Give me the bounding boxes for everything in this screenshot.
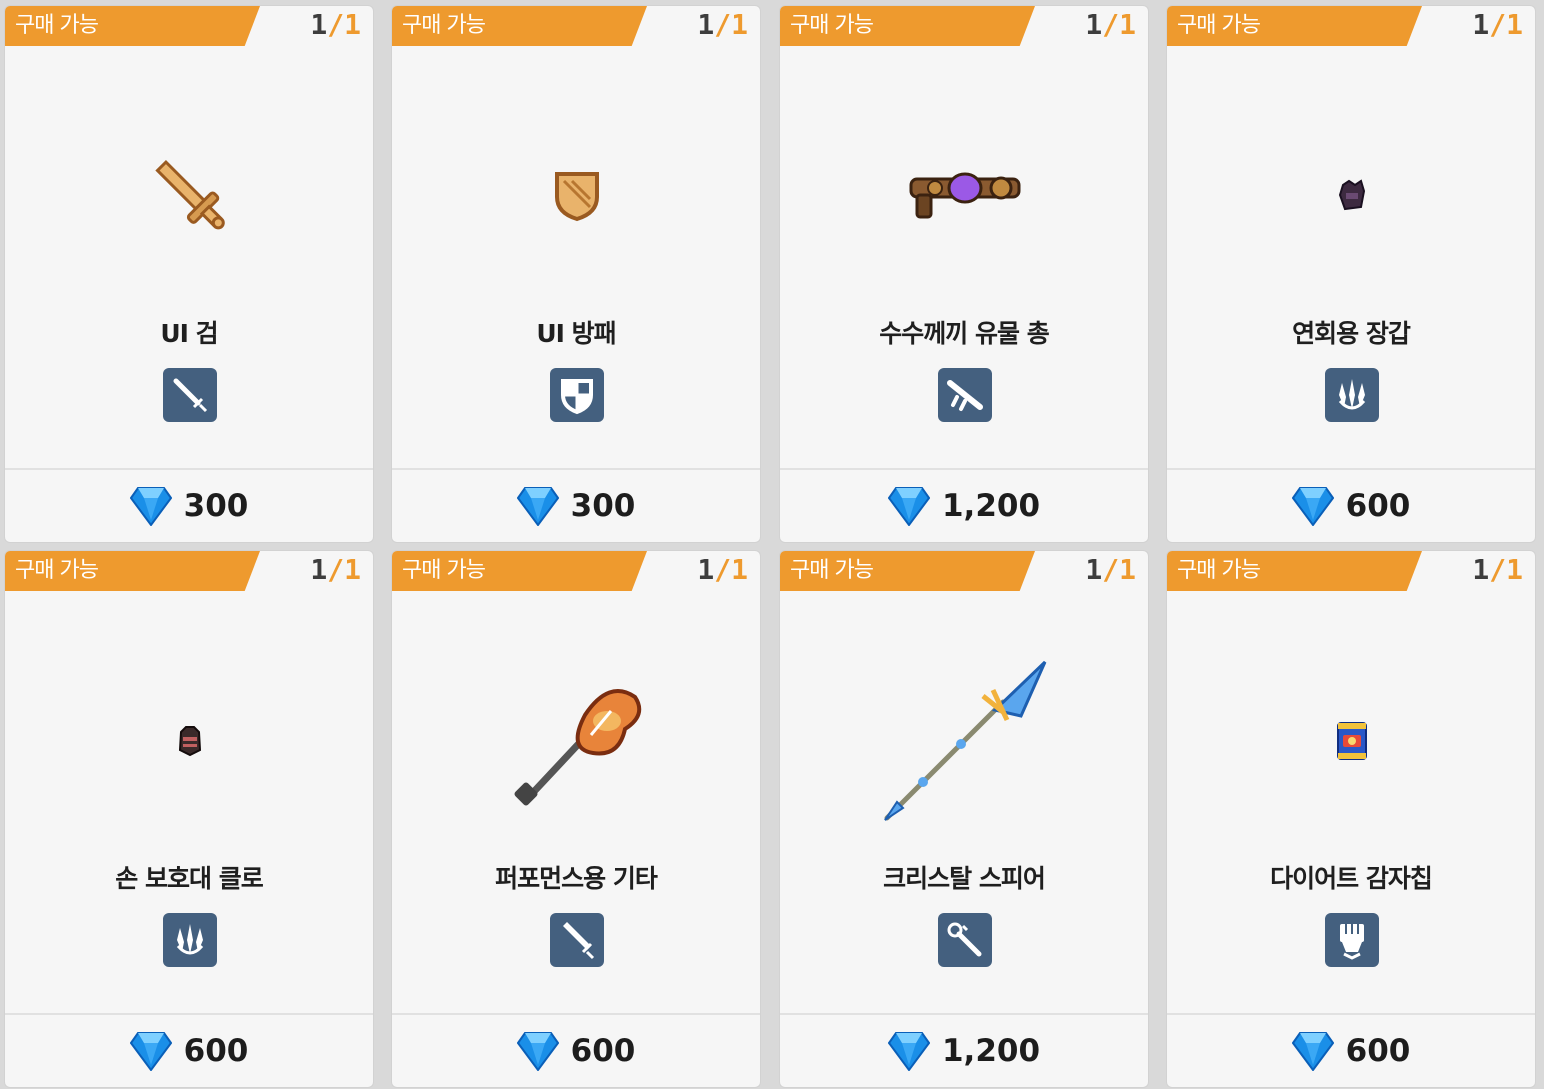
gauntlet-type-icon [1325, 913, 1379, 967]
purchasable-badge: 구매 가능 [392, 6, 647, 46]
sword-type-icon [163, 368, 217, 422]
stock-count: 1/1 [1085, 553, 1136, 586]
shop-card-hand-guard-claw[interactable]: 구매 가능 1/1 손 보호대 클로 600 [4, 550, 374, 1088]
gem-icon [887, 1032, 930, 1071]
wooden-sword-icon [90, 111, 290, 281]
purchasable-badge: 구매 가능 [392, 551, 647, 591]
gun-type-icon [938, 368, 992, 422]
price-value: 600 [1345, 488, 1411, 524]
divider [5, 1013, 373, 1015]
relic-gun-icon [865, 111, 1065, 281]
gem-icon [516, 487, 559, 526]
divider [780, 1013, 1148, 1015]
item-name: 수수께끼 유물 총 [879, 319, 1049, 348]
stock-count: 1/1 [1472, 553, 1523, 586]
purchasable-badge: 구매 가능 [780, 6, 1035, 46]
item-name: 다이어트 감자칩 [1270, 864, 1433, 893]
price-row: 1,200 [780, 476, 1148, 536]
gem-icon [516, 1032, 559, 1071]
purchasable-badge: 구매 가능 [5, 551, 260, 591]
crystal-spear-icon [865, 656, 1065, 826]
price-value: 1,200 [941, 488, 1041, 524]
staff-type-icon [938, 913, 992, 967]
divider [392, 468, 760, 470]
item-name: 연회용 장갑 [1292, 319, 1411, 348]
wooden-shield-icon [477, 111, 677, 281]
claw-type-icon [1325, 368, 1379, 422]
item-name: UI 검 [160, 319, 218, 348]
shop-card-ui-sword[interactable]: 구매 가능 1/1 UI 검 300 [4, 5, 374, 543]
shop-card-crystal-spear[interactable]: 구매 가능 1/1 크리스탈 스피어 1,200 [779, 550, 1149, 1088]
gem-icon [129, 487, 172, 526]
divider [780, 468, 1148, 470]
divider [392, 1013, 760, 1015]
price-row: 300 [392, 476, 760, 536]
divider [1167, 1013, 1535, 1015]
gem-icon [1291, 1032, 1334, 1071]
price-row: 1,200 [780, 1021, 1148, 1081]
shop-card-performance-guitar[interactable]: 구매 가능 1/1 퍼포먼스용 기타 600 [391, 550, 761, 1088]
item-name: 퍼포먼스용 기타 [495, 864, 658, 893]
price-value: 300 [570, 488, 636, 524]
potato-chips-icon [1252, 656, 1452, 826]
stock-count: 1/1 [1085, 8, 1136, 41]
hand-guard-claw-icon [90, 656, 290, 826]
price-value: 1,200 [941, 1033, 1041, 1069]
purchasable-badge: 구매 가능 [5, 6, 260, 46]
price-value: 600 [1345, 1033, 1411, 1069]
price-row: 600 [1167, 1021, 1535, 1081]
shop-card-relic-gun[interactable]: 구매 가능 1/1 수수께끼 유물 총 1,200 [779, 5, 1149, 543]
electric-guitar-icon [477, 656, 677, 826]
stock-count: 1/1 [697, 8, 748, 41]
price-row: 600 [5, 1021, 373, 1081]
price-value: 600 [570, 1033, 636, 1069]
divider [5, 468, 373, 470]
purchasable-badge: 구매 가능 [1167, 551, 1422, 591]
item-name: 손 보호대 클로 [115, 864, 263, 893]
gem-icon [129, 1032, 172, 1071]
purchasable-badge: 구매 가능 [780, 551, 1035, 591]
item-name: 크리스탈 스피어 [883, 864, 1046, 893]
divider [1167, 468, 1535, 470]
stock-count: 1/1 [697, 553, 748, 586]
price-value: 300 [183, 488, 249, 524]
banquet-glove-icon [1252, 111, 1452, 281]
price-row: 600 [392, 1021, 760, 1081]
stock-count: 1/1 [310, 553, 361, 586]
stock-count: 1/1 [310, 8, 361, 41]
shop-card-ui-shield[interactable]: 구매 가능 1/1 UI 방패 300 [391, 5, 761, 543]
item-name: UI 방패 [536, 319, 616, 348]
gem-icon [1291, 487, 1334, 526]
two-handed-sword-type-icon [550, 913, 604, 967]
claw-type-icon [163, 913, 217, 967]
gem-icon [887, 487, 930, 526]
stock-count: 1/1 [1472, 8, 1523, 41]
price-row: 600 [1167, 476, 1535, 536]
price-value: 600 [183, 1033, 249, 1069]
shop-card-diet-potato-chips[interactable]: 구매 가능 1/1 다이어트 감자칩 600 [1166, 550, 1536, 1088]
shield-type-icon [550, 368, 604, 422]
purchasable-badge: 구매 가능 [1167, 6, 1422, 46]
shop-card-banquet-glove[interactable]: 구매 가능 1/1 연회용 장갑 600 [1166, 5, 1536, 543]
price-row: 300 [5, 476, 373, 536]
